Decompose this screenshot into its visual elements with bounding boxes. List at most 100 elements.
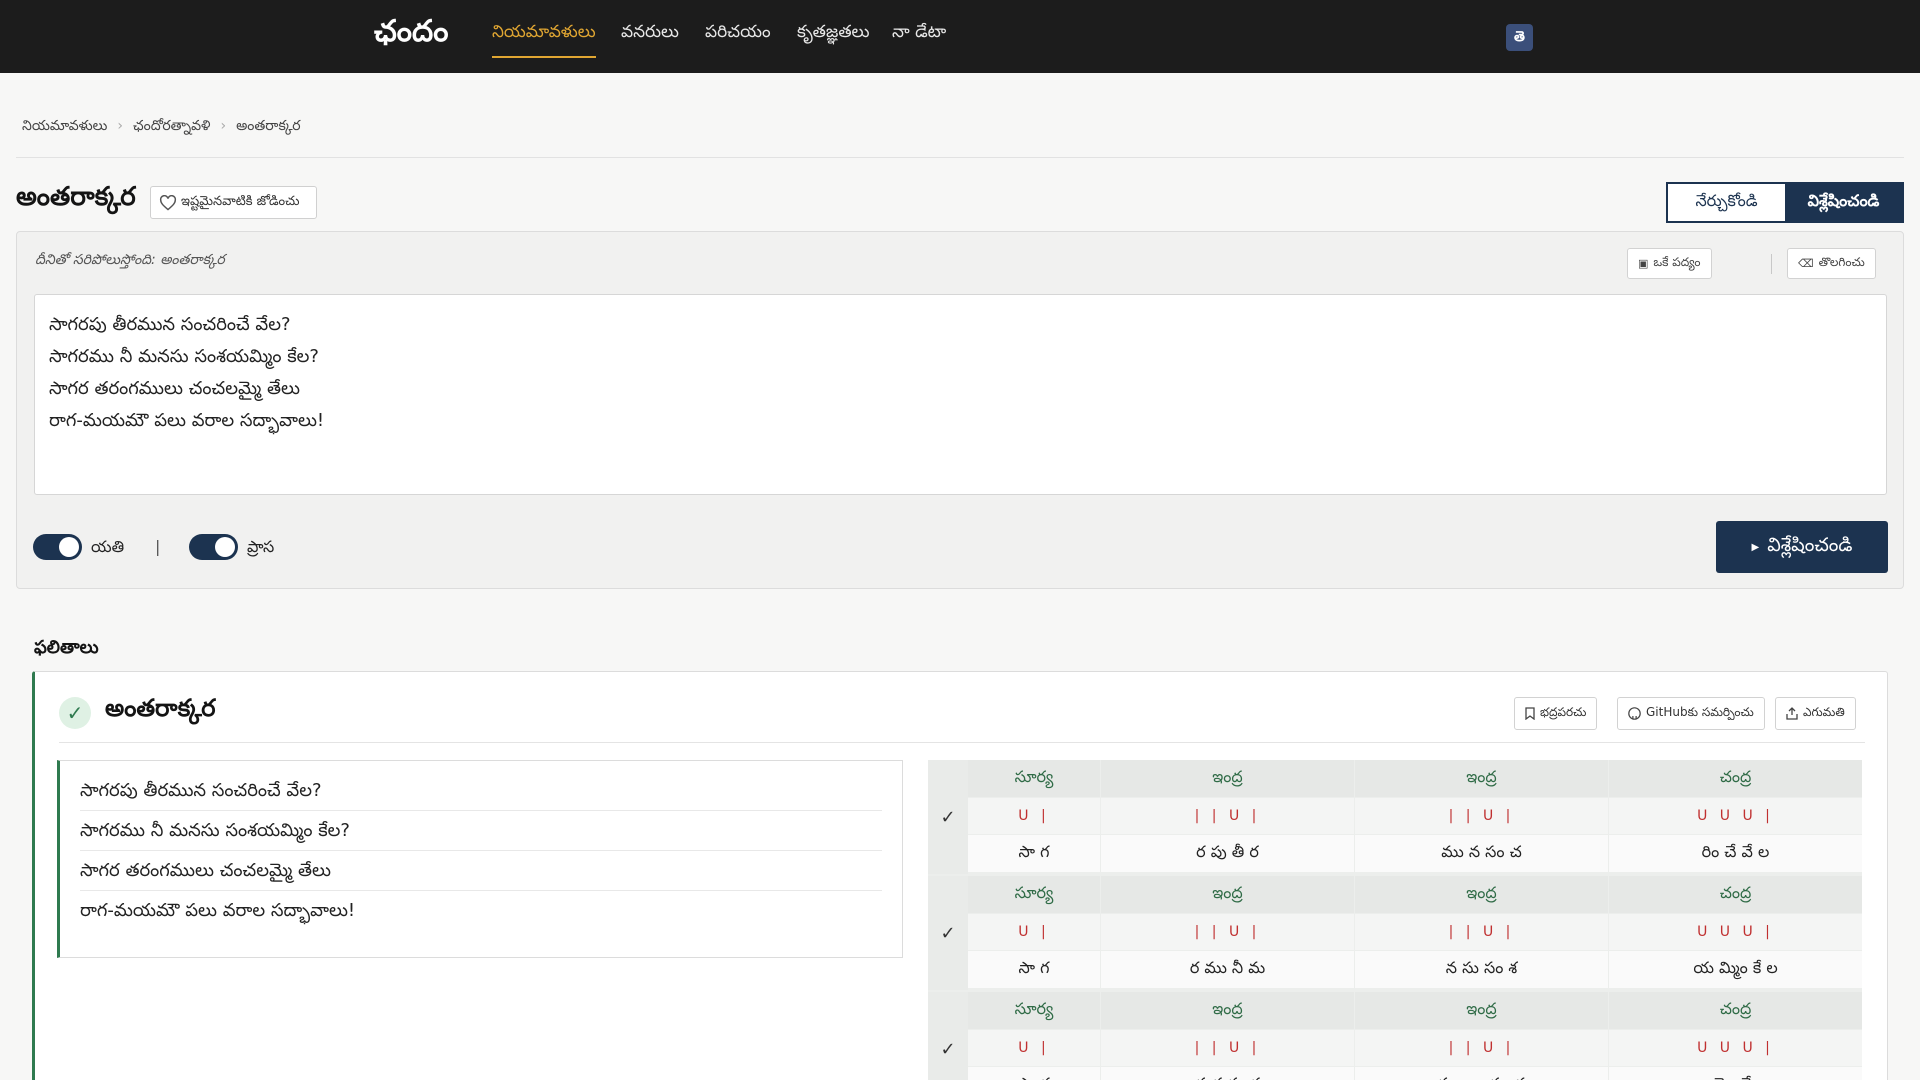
gana-syllables: న సు సం శ (1355, 951, 1608, 988)
gana-marks: | | U | (1355, 1030, 1608, 1066)
brand-logo[interactable]: ఛందం (374, 14, 448, 56)
breadcrumb-separator: › (220, 118, 227, 134)
gana-name: ఇంద్ర (1101, 876, 1354, 913)
breadcrumb-item-current: అంతరాక్కర (236, 118, 301, 134)
divider (16, 157, 1904, 158)
yati-label: యతి (91, 537, 125, 556)
gana-syllables: ర త రం గ (1101, 1067, 1354, 1080)
heart-icon (159, 194, 177, 211)
gana-name: చంద్ర (1609, 876, 1862, 913)
mode-toggle: నేర్చుకోండి విశ్లేషించండి (1666, 182, 1904, 223)
clear-button[interactable]: ⌫ తొలగించు (1787, 248, 1876, 279)
poem-textarea[interactable]: సాగరపు తీరమున సంచరించే వేల? సాగరము నీ మన… (34, 294, 1887, 495)
gana-syllables: సా గ (968, 1067, 1100, 1080)
page-title: అంతరాక్కర (16, 182, 136, 212)
gana-syllables: ము లు చం చ (1355, 1067, 1608, 1080)
check-icon: ✓ (59, 697, 91, 729)
gana-marks: | | U | (1101, 914, 1354, 950)
export-button[interactable]: ఎగుమతి (1775, 697, 1856, 730)
gana-syllables: య మ్మిం కే ల (1609, 951, 1862, 988)
nav-item-intro[interactable]: పరిచయం (705, 20, 771, 58)
gana-syllables: సా గ (968, 835, 1100, 872)
analyzed-lines: సాగరపు తీరమున సంచరించే వేల? సాగరము నీ మన… (57, 760, 903, 958)
gana-marks: U U U | (1609, 798, 1862, 834)
gana-syllables: ర ము నీ మ (1101, 951, 1354, 988)
breadcrumb-item-collection[interactable]: ఛందోరత్నావళి (133, 118, 211, 134)
gana-name: చంద్ర (1609, 992, 1862, 1029)
add-favorite-label: ఇష్టమైనవాటికి జోడించు (181, 193, 300, 209)
match-status: దీనితో సరిపోలుస్తోంది: అంతరాక్కర (35, 252, 225, 268)
eraser-icon: ⌫ (1798, 257, 1814, 270)
gana-marks: | | U | (1355, 798, 1608, 834)
mode-learn-button[interactable]: నేర్చుకోండి (1668, 184, 1785, 221)
nav-item-resources[interactable]: వనరులు (621, 20, 679, 58)
breadcrumb-item-rules[interactable]: నియమావళులు (22, 118, 107, 134)
github-icon (1628, 707, 1641, 720)
top-navbar: ఛందం నియమావళులు వనరులు పరిచయం కృతజ్ఞతలు … (0, 0, 1920, 73)
gana-name: సూర్య (968, 876, 1100, 913)
export-icon (1786, 707, 1798, 720)
input-card: దీనితో సరిపోలుస్తోంది: అంతరాక్కర ▣ ఒకే ప… (16, 231, 1904, 589)
play-icon: ▶ (1751, 541, 1760, 553)
gana-name: చంద్ర (1609, 760, 1862, 797)
nav-item-my-data[interactable]: నా డేటా (892, 20, 946, 58)
submit-github-label: GitHubకు సమర్పించు (1646, 705, 1754, 719)
gana-name: సూర్య (968, 992, 1100, 1029)
gana-marks: U | (968, 914, 1100, 950)
gana-syllables: రిం చే వే ల (1609, 835, 1862, 872)
prasa-label: ప్రాస (247, 537, 275, 556)
toggle-separator: | (155, 537, 161, 556)
gana-row: ✓ సూర్య ఇంద్ర ఇంద్ర చంద్ర U | | | U | | … (928, 992, 1862, 1080)
mode-analyze-button[interactable]: విశ్లేషించండి (1785, 184, 1902, 221)
gana-name: ఇంద్ర (1101, 760, 1354, 797)
gana-marks: U U U | (1609, 914, 1862, 950)
results-heading: ఫలితాలు (34, 637, 99, 658)
single-poem-label: ఒకే పద్యం (1653, 255, 1701, 269)
nav-item-credits[interactable]: కృతజ్ఞతలు (797, 20, 870, 58)
result-card: ✓ అంతరాక్కర భద్రపరచు GitHubకు సమర్పించు … (32, 671, 1888, 1080)
submit-github-button[interactable]: GitHubకు సమర్పించు (1617, 697, 1765, 730)
square-icon: ▣ (1638, 257, 1649, 270)
analyzed-line: సాగర తరంగములు చంచలమ్మై తేలు (80, 851, 882, 891)
gana-grid: ✓ సూర్య ఇంద్ర ఇంద్ర చంద్ర U | | | U | | … (928, 760, 1862, 1080)
gana-marks: U U U | (1609, 1030, 1862, 1066)
gana-marks: | | U | (1101, 798, 1354, 834)
gana-name: ఇంద్ర (1355, 876, 1608, 913)
prasa-toggle[interactable] (189, 534, 238, 560)
gana-syllables: ర పు తీ ర (1101, 835, 1354, 872)
gana-syllables: సా గ (968, 951, 1100, 988)
nav-item-rules[interactable]: నియమావళులు (492, 20, 596, 58)
gana-row: ✓ సూర్య ఇంద్ర ఇంద్ర చంద్ర U | | | U | | … (928, 876, 1862, 990)
breadcrumb-separator: › (117, 118, 123, 134)
analyzed-line: రాగ-మయమౌ పలు వరాల సద్భావాలు! (80, 900, 356, 921)
yati-toggle[interactable] (33, 534, 82, 560)
row-check-icon: ✓ (928, 760, 968, 874)
single-poem-button[interactable]: ▣ ఒకే పద్యం (1627, 248, 1712, 279)
result-title: అంతరాక్కర (105, 694, 216, 722)
analyze-label: విశ్లేషించండి (1767, 533, 1853, 556)
bookmark-icon (1525, 707, 1535, 720)
analyze-button[interactable]: ▶ విశ్లేషించండి (1716, 521, 1888, 573)
gana-marks: U | (968, 1030, 1100, 1066)
save-label: భద్రపరచు (1540, 705, 1587, 719)
gana-row: ✓ సూర్య ఇంద్ర ఇంద్ర చంద్ర U | | | U | | … (928, 760, 1862, 874)
row-check-icon: ✓ (928, 992, 968, 1080)
add-favorite-button[interactable]: ఇష్టమైనవాటికి జోడించు (150, 186, 317, 219)
gana-marks: U | (968, 798, 1100, 834)
analyzed-line: సాగరపు తీరమున సంచరించే వేల? (80, 771, 882, 811)
save-button[interactable]: భద్రపరచు (1514, 697, 1598, 730)
gana-name: ఇంద్ర (1101, 992, 1354, 1029)
gana-marks: | | U | (1101, 1030, 1354, 1066)
gana-marks: | | U | (1355, 914, 1608, 950)
export-label: ఎగుమతి (1803, 705, 1845, 719)
divider (1771, 254, 1772, 274)
breadcrumb: నియమావళులు › ఛందోరత్నావళి › అంతరాక్కర (22, 118, 311, 137)
gana-syllables: ల మ్మై తే లు (1609, 1067, 1862, 1080)
language-button[interactable]: తె (1506, 24, 1533, 51)
gana-name: సూర్య (968, 760, 1100, 797)
gana-name: ఇంద్ర (1355, 760, 1608, 797)
row-check-icon: ✓ (928, 876, 968, 990)
analyzed-line: సాగరము నీ మనసు సంశయమ్మిం కేల? (80, 811, 882, 851)
clear-label: తొలగించు (1818, 255, 1865, 269)
gana-syllables: ము న సం చ (1355, 835, 1608, 872)
